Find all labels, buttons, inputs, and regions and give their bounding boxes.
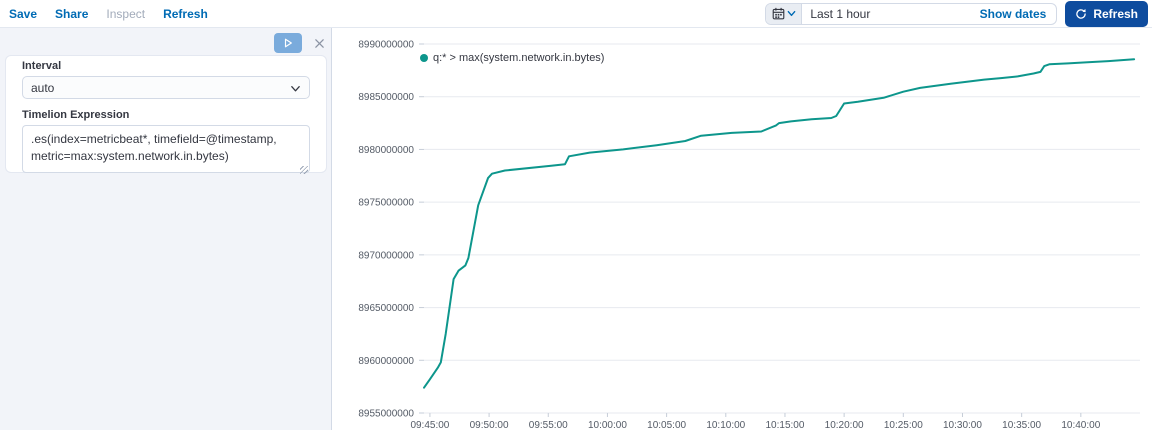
timelion-chart-pane: 8955000000 8960000000 8965000000 8970000000… xyxy=(332,28,1152,430)
svg-text:8955000000: 8955000000 xyxy=(358,409,414,420)
share-button[interactable]: Share xyxy=(55,7,88,21)
refresh-button-label: Refresh xyxy=(1093,6,1138,21)
close-panel-button[interactable] xyxy=(312,36,326,50)
legend-series-label: q:* > max(system.network.in.bytes) xyxy=(433,52,605,64)
top-toolbar: Save Share Inspect Refresh Last 1 hour S… xyxy=(0,0,1152,28)
inspect-button: Inspect xyxy=(106,6,146,21)
calendar-menu-button[interactable] xyxy=(766,3,803,24)
interval-label: Interval xyxy=(22,60,62,72)
save-button[interactable]: Save xyxy=(9,7,37,21)
svg-text:8960000000: 8960000000 xyxy=(358,356,414,367)
svg-text:8970000000: 8970000000 xyxy=(358,250,414,261)
chevron-down-icon xyxy=(787,9,796,18)
svg-text:10:35:00: 10:35:00 xyxy=(1002,420,1041,430)
svg-text:10:05:00: 10:05:00 xyxy=(647,420,686,430)
calendar-icon xyxy=(772,7,785,20)
close-icon xyxy=(314,38,325,49)
interval-value: auto xyxy=(31,80,55,95)
timelion-options-sidebar: Interval auto Timelion Expression .es(in… xyxy=(0,28,331,430)
interval-select[interactable]: auto xyxy=(22,76,310,99)
sidebar-actions xyxy=(274,33,326,53)
play-icon xyxy=(283,38,293,48)
legend-series-dot xyxy=(420,54,428,62)
svg-text:09:45:00: 09:45:00 xyxy=(410,420,449,430)
run-expression-button[interactable] xyxy=(274,33,302,53)
svg-text:10:00:00: 10:00:00 xyxy=(588,420,627,430)
svg-text:8965000000: 8965000000 xyxy=(358,303,414,314)
svg-text:8990000000: 8990000000 xyxy=(358,40,414,51)
refresh-link[interactable]: Refresh xyxy=(163,7,208,21)
svg-text:8985000000: 8985000000 xyxy=(358,92,414,103)
svg-text:10:15:00: 10:15:00 xyxy=(765,420,804,430)
timelion-expression-input[interactable]: .es(index=metricbeat*, timefield=@timest… xyxy=(22,125,310,173)
svg-text:10:25:00: 10:25:00 xyxy=(884,420,923,430)
refresh-icon xyxy=(1075,8,1087,20)
chart-legend[interactable]: q:* > max(system.network.in.bytes) xyxy=(420,52,604,64)
expression-label: Timelion Expression xyxy=(22,109,130,121)
svg-text:8975000000: 8975000000 xyxy=(358,198,414,209)
svg-text:8980000000: 8980000000 xyxy=(358,145,414,156)
date-picker: Last 1 hour Show dates xyxy=(765,2,1058,25)
svg-text:10:40:00: 10:40:00 xyxy=(1061,420,1100,430)
svg-text:10:30:00: 10:30:00 xyxy=(943,420,982,430)
expression-wrap: .es(index=metricbeat*, timefield=@timest… xyxy=(22,125,310,178)
svg-text:09:55:00: 09:55:00 xyxy=(529,420,568,430)
chevron-down-icon xyxy=(290,83,301,97)
editor-content: Interval auto Timelion Expression .es(in… xyxy=(0,28,1152,430)
refresh-button[interactable]: Refresh xyxy=(1065,0,1148,27)
toolbar-links: Save Share Inspect Refresh xyxy=(0,7,208,21)
svg-text:10:10:00: 10:10:00 xyxy=(706,420,745,430)
svg-text:09:50:00: 09:50:00 xyxy=(470,420,509,430)
time-controls: Last 1 hour Show dates Refresh xyxy=(765,0,1152,27)
show-dates-button[interactable]: Show dates xyxy=(970,4,1057,24)
options-card: Interval auto Timelion Expression .es(in… xyxy=(6,56,326,174)
time-range-value[interactable]: Last 1 hour xyxy=(802,4,969,24)
svg-text:10:20:00: 10:20:00 xyxy=(825,420,864,430)
timelion-chart: 8955000000 8960000000 8965000000 8970000000… xyxy=(358,40,1140,430)
